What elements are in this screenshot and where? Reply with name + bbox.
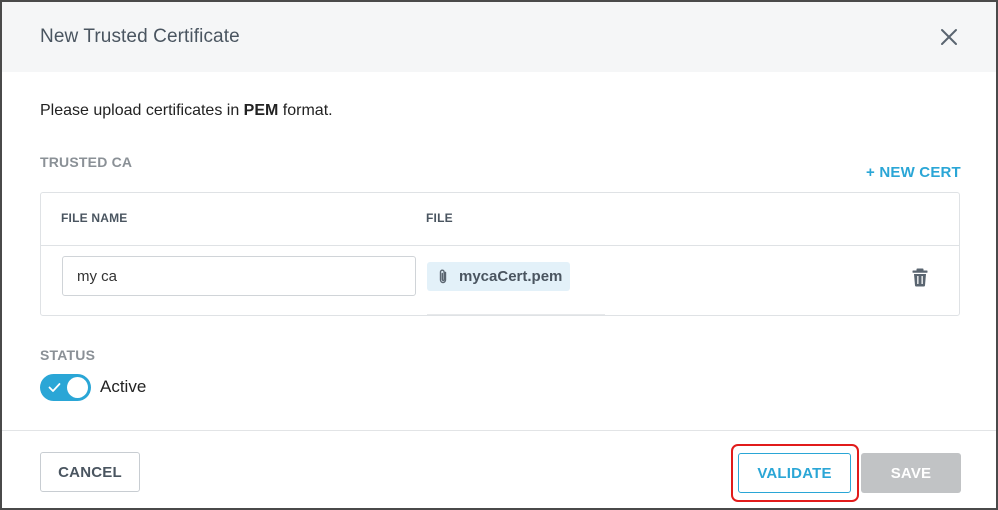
upload-instructions: Please upload certificates in PEM format…	[40, 102, 333, 120]
status-label: STATUS	[40, 347, 96, 363]
new-cert-button[interactable]: + NEW CERT	[866, 164, 961, 181]
column-header-file-name: FILE NAME	[61, 211, 128, 225]
toggle-knob	[67, 377, 88, 398]
intro-text-suffix: format.	[278, 102, 333, 119]
status-toggle[interactable]	[40, 374, 91, 401]
dialog-title: New Trusted Certificate	[40, 26, 240, 47]
file-chip[interactable]: mycaCert.pem	[427, 262, 571, 291]
file-name-input[interactable]	[62, 256, 416, 296]
footer-divider	[2, 430, 996, 431]
status-toggle-label: Active	[100, 377, 147, 396]
table-header: FILE NAME FILE	[41, 193, 959, 246]
save-button[interactable]: SAVE	[861, 453, 961, 493]
paperclip-icon	[439, 269, 447, 283]
validate-button[interactable]: VALIDATE	[738, 453, 851, 493]
close-icon[interactable]	[936, 24, 962, 50]
trusted-ca-label: TRUSTED CA	[40, 154, 133, 170]
check-icon	[48, 383, 61, 392]
trash-icon[interactable]	[911, 267, 929, 287]
intro-text-prefix: Please upload certificates in	[40, 102, 244, 119]
intro-format: PEM	[243, 102, 279, 119]
column-header-file: FILE	[426, 211, 453, 225]
file-divider	[427, 314, 605, 315]
file-name-label: mycaCert.pem	[459, 268, 563, 285]
trusted-ca-table: FILE NAME FILE mycaCert.pem	[40, 192, 960, 316]
cancel-button[interactable]: CANCEL	[40, 452, 140, 492]
new-trusted-certificate-dialog: New Trusted Certificate Please upload ce…	[0, 0, 998, 510]
dialog-header: New Trusted Certificate	[2, 2, 996, 72]
